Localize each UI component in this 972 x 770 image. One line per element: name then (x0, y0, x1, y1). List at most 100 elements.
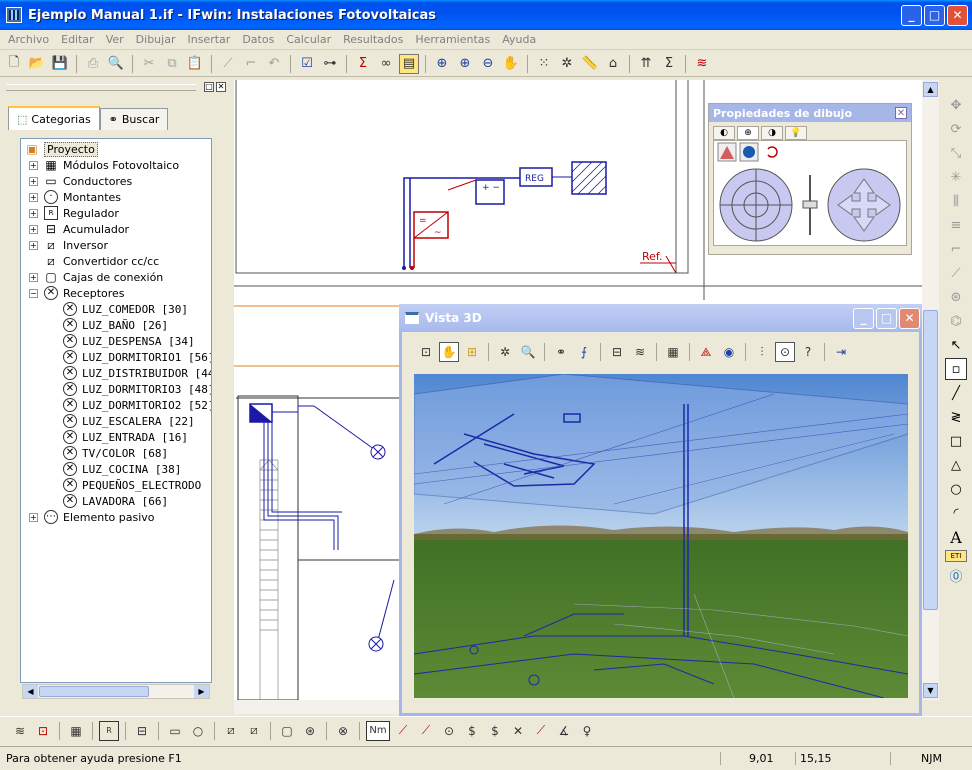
layers-up-icon[interactable]: ⇈ (636, 54, 656, 74)
expand-icon[interactable]: + (29, 224, 38, 234)
print-icon[interactable]: ⎙ (83, 54, 103, 74)
regulator-icon[interactable]: R (99, 720, 119, 741)
list-item[interactable]: ✕ LUZ_DISTRIBUIDOR [44] (63, 365, 211, 381)
zoom-in-icon[interactable]: ⊕ (455, 54, 475, 74)
print-preview-icon[interactable]: 🔍 (106, 54, 126, 74)
menu-calcular[interactable]: Calcular (280, 33, 337, 46)
settings-sliders-icon[interactable]: ⫶ (752, 342, 772, 362)
close-button[interactable]: ✕ (947, 5, 968, 26)
maximize-button[interactable]: □ (924, 5, 945, 26)
circle-tool-icon[interactable]: ○ (945, 478, 967, 500)
scale-icon[interactable]: ⤡ (945, 142, 967, 164)
junction-box-icon[interactable]: ▢ (277, 721, 297, 741)
pan-hand-icon[interactable]: ✋ (501, 54, 521, 74)
menu-herramientas[interactable]: Herramientas (409, 33, 496, 46)
tree-icon[interactable]: ⊶ (320, 54, 340, 74)
hatch-icon[interactable]: ⌬ (945, 310, 967, 332)
new-file-icon[interactable]: 🗋 (4, 54, 24, 74)
props-tab-view[interactable]: ⊕ (737, 126, 759, 140)
zoom-extents-icon[interactable]: ⊡ (416, 342, 436, 362)
zoom-window-icon[interactable]: ⊕ (432, 54, 452, 74)
inverter-icon[interactable]: ⧄ (221, 721, 241, 741)
3d-viewport[interactable] (414, 374, 908, 698)
list-item[interactable]: ✕ LUZ_COCINA [38] (63, 461, 181, 477)
parallel-icon[interactable]: ≡ (945, 214, 967, 236)
tag-icon[interactable]: ⌂ (603, 54, 623, 74)
snap-point-icon[interactable]: ⊛ (945, 286, 967, 308)
menu-datos[interactable]: Datos (236, 33, 280, 46)
menu-editar[interactable]: Editar (55, 33, 100, 46)
text-tool-icon[interactable]: A (945, 526, 967, 548)
menu-dibujar[interactable]: Dibujar (130, 33, 182, 46)
check-icon[interactable]: ☑ (297, 54, 317, 74)
props-tab-light[interactable]: ◑ (761, 126, 783, 140)
perspective-icon[interactable]: ⟁ (696, 342, 716, 362)
trim-icon[interactable]: ⟋ (945, 262, 967, 284)
panel-close-button[interactable]: ✕ (216, 82, 226, 92)
expand-icon[interactable]: + (29, 272, 38, 282)
angle-icon[interactable]: ∡ (554, 721, 574, 741)
list-item[interactable]: ✕ LUZ_BAÑO [26] (63, 317, 168, 333)
minimize-button[interactable]: _ (901, 5, 922, 26)
scroll-down-icon[interactable]: ▼ (923, 683, 938, 698)
tree-node-montantes[interactable]: + · Montantes (29, 189, 121, 205)
scroll-right-icon[interactable]: ▶ (194, 685, 209, 698)
wire-red2-icon[interactable]: ⟋ (416, 721, 436, 741)
passive-element-icon[interactable]: ⊛ (300, 721, 320, 741)
converter-icon[interactable]: ⧄ (244, 721, 264, 741)
magnify-icon[interactable]: 🔍 (518, 342, 538, 362)
props-tab-color[interactable]: ◐ (713, 126, 735, 140)
cross-icon[interactable]: ✕ (508, 721, 528, 741)
tree-node-regulador[interactable]: + R Regulador (29, 205, 119, 221)
tree-node-receptores[interactable]: − ✕ Receptores (29, 285, 125, 301)
arc-tool-icon[interactable]: ◜ (945, 502, 967, 524)
conductor-icon[interactable]: ▭ (165, 721, 185, 741)
list-item[interactable]: ✕ TV/COLOR [68] (63, 445, 168, 461)
list-item[interactable]: ✕ LUZ_DORMITORIO2 [52] (63, 397, 211, 413)
pan-hand-icon[interactable]: ✋ (439, 342, 459, 362)
explode-icon[interactable]: ✳ (945, 166, 967, 188)
menu-ver[interactable]: Ver (100, 33, 130, 46)
vista-minimize-button[interactable]: _ (853, 308, 874, 329)
orbit-control[interactable] (719, 168, 793, 242)
grid-view-icon[interactable]: ▦ (663, 342, 683, 362)
triangle-tool-icon[interactable]: △ (945, 454, 967, 476)
list-item[interactable]: ✕ LUZ_DORMITORIO1 [56] (63, 349, 211, 365)
tree-node-modulos[interactable]: + ▦ Módulos Fotovoltaico (29, 157, 179, 173)
props-close-button[interactable]: ✕ (895, 107, 907, 119)
mirror-icon[interactable]: ⫼ (945, 190, 967, 212)
wire-icon[interactable]: ⟋ (531, 721, 551, 741)
drawing-vertical-scrollbar[interactable]: ▲ ▼ (922, 80, 939, 700)
tab-categorias[interactable]: ⬚ Categorias (8, 106, 100, 130)
list-item[interactable]: ✕ PEQUEÑOS_ELECTRODO (63, 477, 201, 493)
sum-icon[interactable]: Σ (353, 54, 373, 74)
list-item[interactable]: ✕ LUZ_DESPENSA [34] (63, 333, 195, 349)
comment-icon[interactable]: ▤ (399, 53, 419, 74)
expand-icon[interactable]: + (29, 160, 38, 170)
copy-icon[interactable]: ⧉ (162, 54, 182, 74)
list-item[interactable]: ✕ LUZ_COMEDOR [30] (63, 301, 188, 317)
line-tool-icon[interactable]: ╱ (945, 382, 967, 404)
layers-sum-icon[interactable]: Σ (659, 54, 679, 74)
grid-icon[interactable]: ⁙ (534, 54, 554, 74)
save-icon[interactable]: 💾 (50, 54, 70, 74)
scroll-left-icon[interactable]: ◀ (23, 685, 38, 698)
expand-icon[interactable]: + (29, 240, 38, 250)
receiver-icon[interactable]: ⊗ (333, 721, 353, 741)
tree-node-inversor[interactable]: + ⧄ Inversor (29, 237, 108, 253)
cut-icon[interactable]: ✂ (139, 54, 159, 74)
viewer-icon[interactable]: ⊙ (775, 342, 795, 362)
scroll-thumb[interactable] (923, 310, 938, 610)
probe-icon[interactable]: ♀ (577, 721, 597, 741)
tab-buscar[interactable]: ⚭ Buscar (99, 108, 169, 130)
list-item[interactable]: ✕ LUZ_ENTRADA [16] (63, 429, 188, 445)
undo-icon[interactable]: ↶ (264, 54, 284, 74)
collapse-icon[interactable]: − (29, 288, 38, 298)
panel-grip[interactable] (6, 84, 196, 91)
paste-icon[interactable]: 📋 (185, 54, 205, 74)
panel-restore-button[interactable]: □ (204, 82, 214, 92)
scroll-up-icon[interactable]: ▲ (923, 82, 938, 97)
expand-icon[interactable]: + (29, 176, 38, 186)
nm-button[interactable]: Nm (366, 720, 390, 741)
render-icon[interactable]: ⚭ (551, 342, 571, 362)
